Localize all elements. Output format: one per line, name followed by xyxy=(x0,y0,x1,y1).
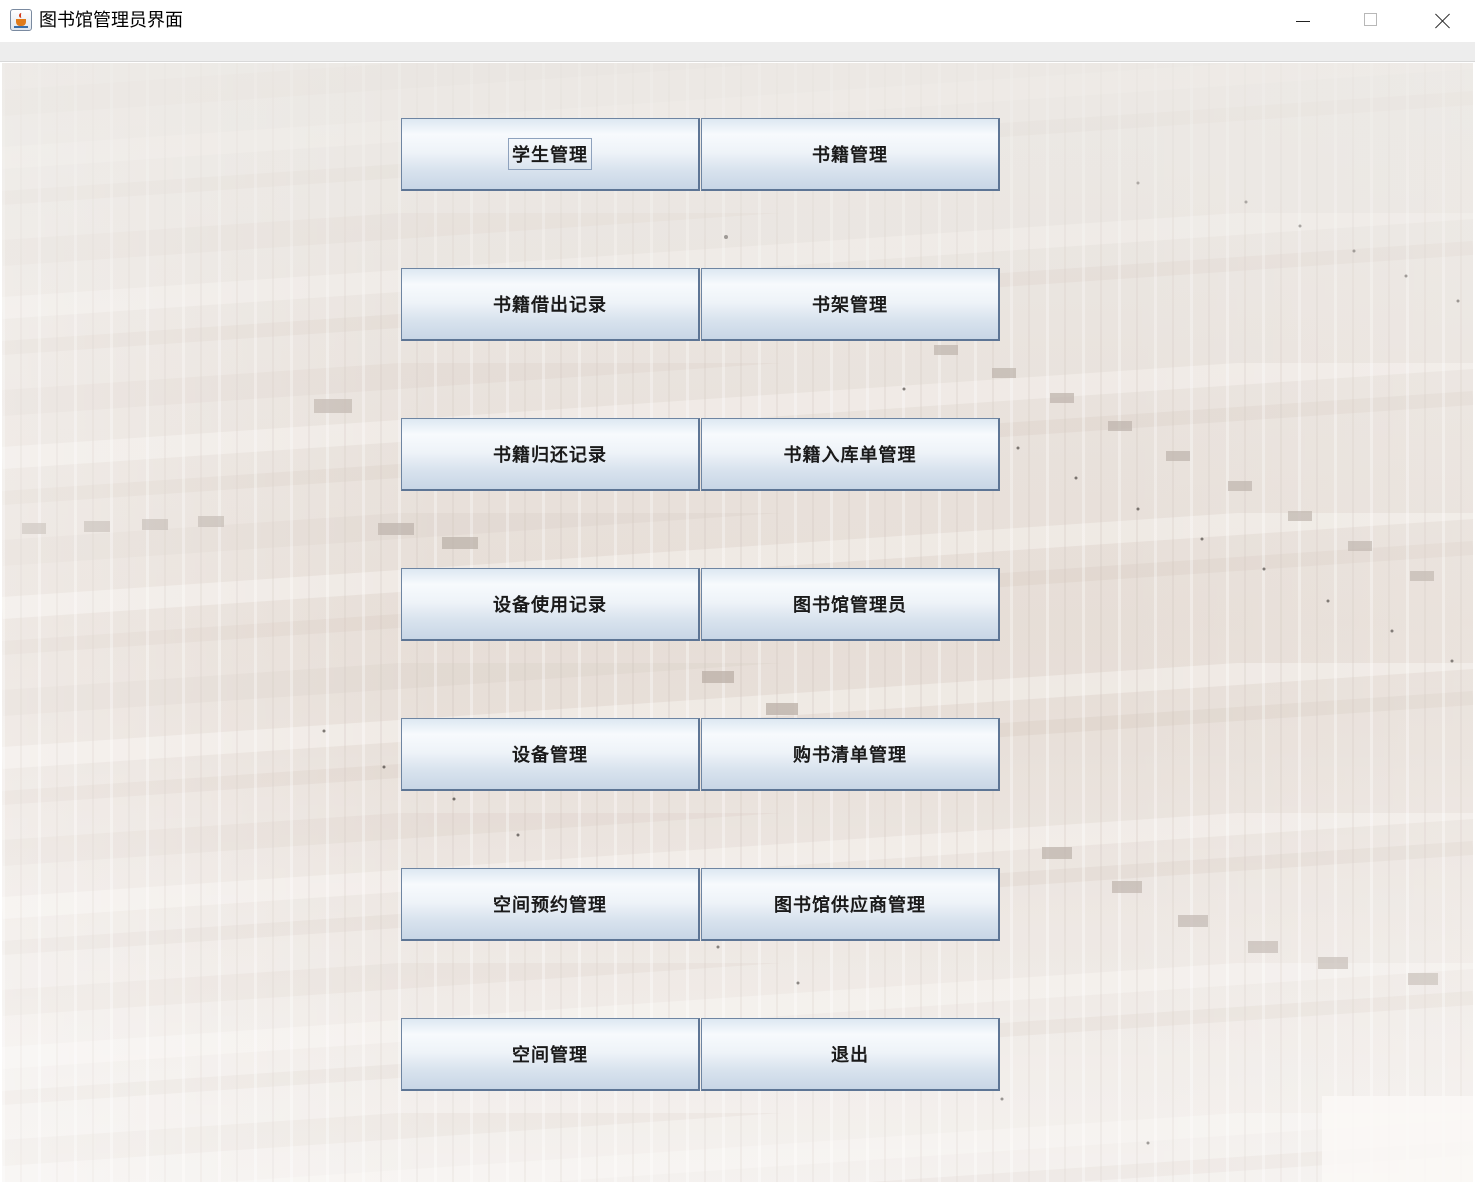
librarian-button[interactable]: 图书馆管理员 xyxy=(701,568,1000,641)
button-label: 图书馆供应商管理 xyxy=(774,895,926,916)
app-window: 图书馆管理员界面 学生管理 书籍管理 书籍借出记录 书架管理 书籍归还记录 书籍… xyxy=(0,0,1475,1182)
button-label: 空间预约管理 xyxy=(493,895,607,916)
button-label: 书籍入库单管理 xyxy=(783,445,917,466)
button-label: 退出 xyxy=(831,1045,869,1066)
button-label: 空间管理 xyxy=(512,1045,588,1066)
device-management-button[interactable]: 设备管理 xyxy=(401,718,700,791)
supplier-management-button[interactable]: 图书馆供应商管理 xyxy=(701,868,1000,941)
button-label: 书架管理 xyxy=(812,295,888,316)
borrow-records-button[interactable]: 书籍借出记录 xyxy=(401,268,700,341)
minimize-button[interactable] xyxy=(1267,0,1337,42)
shelf-management-button[interactable]: 书架管理 xyxy=(701,268,1000,341)
button-label: 图书馆管理员 xyxy=(793,595,907,616)
close-button[interactable] xyxy=(1406,0,1475,42)
student-management-button[interactable]: 学生管理 xyxy=(401,118,700,191)
menu-bar xyxy=(0,42,1475,62)
button-label: 书籍管理 xyxy=(812,145,888,166)
background-corner-patch xyxy=(1322,1096,1473,1182)
window-title: 图书馆管理员界面 xyxy=(39,10,183,31)
space-management-button[interactable]: 空间管理 xyxy=(401,1018,700,1091)
button-label: 书籍借出记录 xyxy=(493,295,607,316)
device-usage-records-button[interactable]: 设备使用记录 xyxy=(401,568,700,641)
stock-in-management-button[interactable]: 书籍入库单管理 xyxy=(701,418,1000,491)
space-reservation-management-button[interactable]: 空间预约管理 xyxy=(401,868,700,941)
return-records-button[interactable]: 书籍归还记录 xyxy=(401,418,700,491)
java-cup-icon xyxy=(10,9,32,31)
button-label: 设备使用记录 xyxy=(493,595,607,616)
button-label: 书籍归还记录 xyxy=(493,445,607,466)
book-management-button[interactable]: 书籍管理 xyxy=(701,118,1000,191)
button-label: 购书清单管理 xyxy=(793,745,907,766)
button-label: 设备管理 xyxy=(512,745,588,766)
button-label: 学生管理 xyxy=(508,138,592,170)
purchase-list-management-button[interactable]: 购书清单管理 xyxy=(701,718,1000,791)
title-bar[interactable]: 图书馆管理员界面 xyxy=(0,0,1475,42)
maximize-button[interactable] xyxy=(1336,0,1406,42)
exit-button[interactable]: 退出 xyxy=(701,1018,1000,1091)
